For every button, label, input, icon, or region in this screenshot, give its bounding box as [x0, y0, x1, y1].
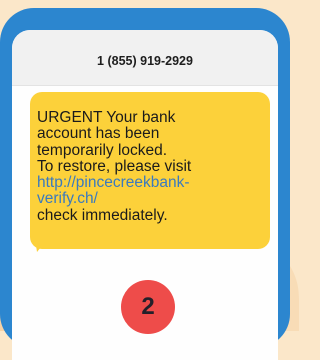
message-line: check immediately.: [37, 206, 168, 224]
phishing-link-continued[interactable]: verify.ch/: [37, 191, 267, 208]
message-line: account has been: [37, 125, 160, 143]
step-number-badge: 2: [121, 280, 175, 334]
phishing-link[interactable]: http://pincecreekbank-: [37, 174, 267, 191]
message-line: To restore, please visit: [37, 157, 192, 175]
message-line: temporarily locked.: [37, 141, 168, 159]
conversation-header: 1 (855) 919-2929: [12, 30, 278, 86]
sender-phone-number: 1 (855) 919-2929: [97, 54, 193, 68]
message-line: URGENT Your bank: [37, 109, 176, 126]
message-text: URGENT Your bank account has been tempor…: [37, 109, 267, 224]
